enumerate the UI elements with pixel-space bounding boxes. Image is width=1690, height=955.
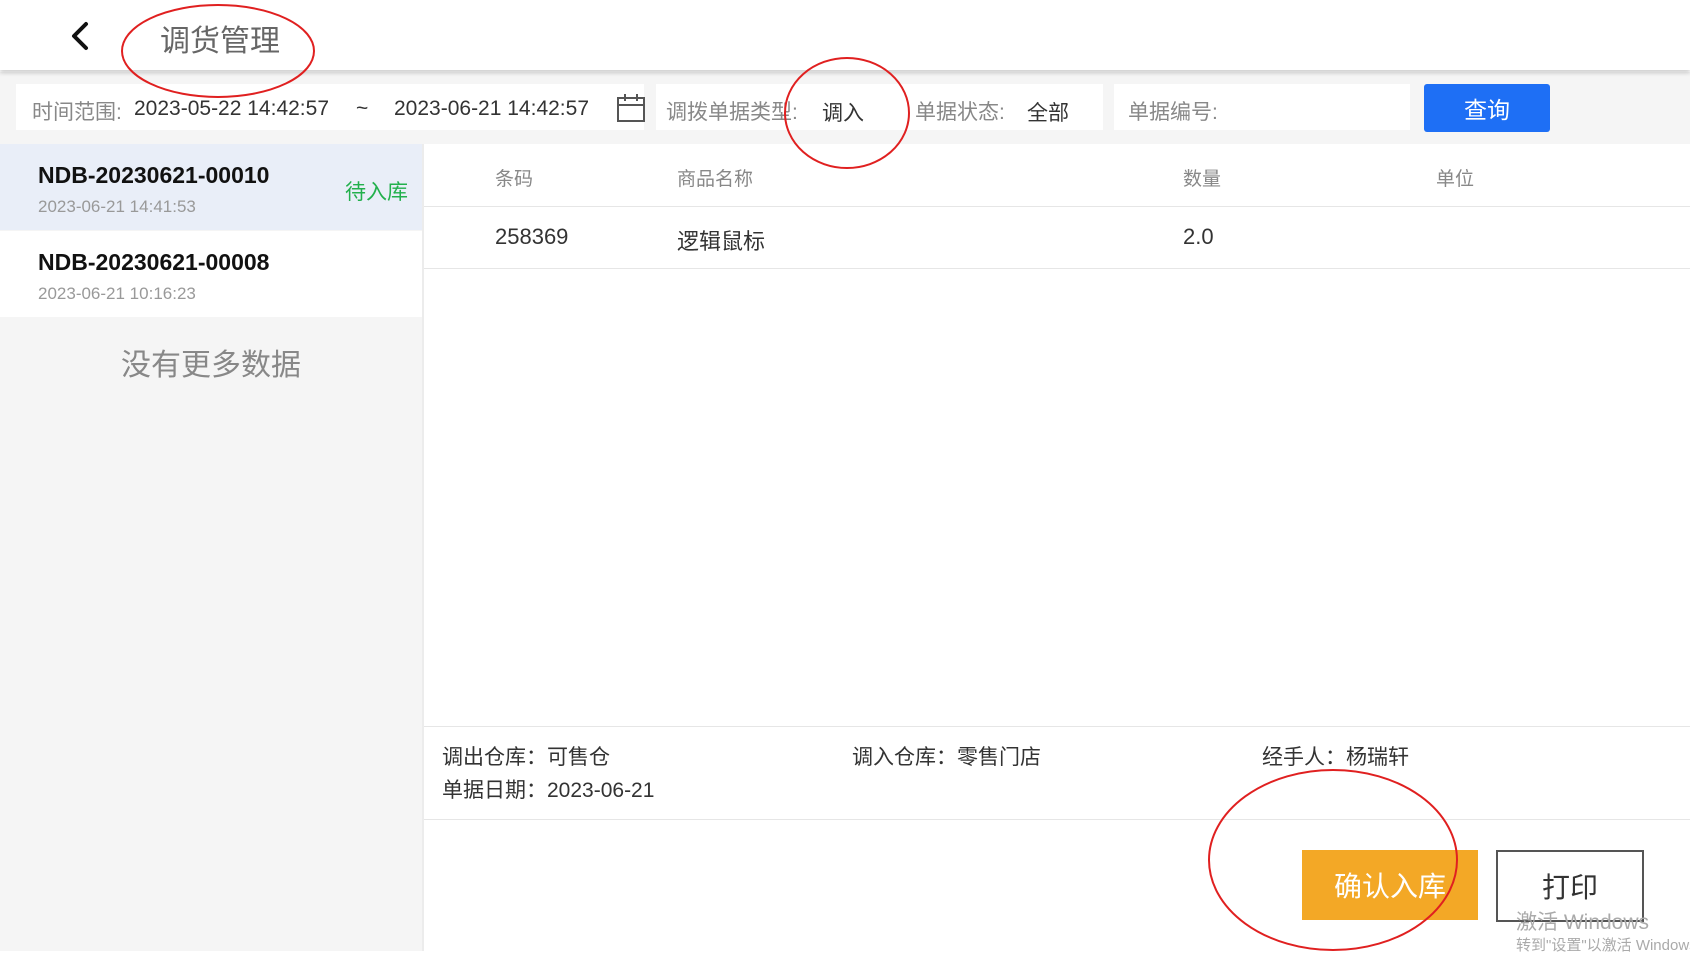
table-header: 条码 商品名称 数量 单位: [424, 144, 1690, 207]
activation-watermark-hint: 转到"设置"以激活 Windows。: [1516, 937, 1690, 954]
order-date-text: 单据日期：2023-06-21: [442, 779, 655, 802]
query-button[interactable]: 查询: [1424, 84, 1550, 132]
list-item[interactable]: NDB-20230621-00008 2023-06-21 10:16:23: [0, 231, 422, 317]
confirm-inbound-button[interactable]: 确认入库: [1302, 850, 1478, 920]
quantity-cell: 2.0: [1183, 224, 1214, 249]
column-header-quantity: 数量: [1183, 169, 1222, 190]
calendar-icon[interactable]: [616, 93, 646, 123]
status-select[interactable]: 单据状态: 全部: [903, 84, 1103, 130]
transfer-type-select[interactable]: 调拨单据类型: 调入: [656, 84, 903, 130]
range-separator: ~: [356, 97, 369, 120]
filter-bar: 时间范围: 2023-05-22 14:42:57 ~ 2023-06-21 1…: [0, 72, 1690, 144]
barcode-cell: 258369: [495, 224, 569, 249]
order-number: NDB-20230621-00010: [38, 162, 270, 188]
column-header-product-name: 商品名称: [677, 169, 754, 190]
column-header-unit: 单位: [1436, 169, 1475, 190]
time-range-label: 时间范围:: [32, 101, 122, 124]
handler-text: 经手人：杨瑞轩: [1262, 746, 1409, 769]
column-header-barcode: 条码: [495, 169, 534, 190]
in-warehouse-text: 调入仓库：零售门店: [852, 746, 1041, 769]
order-time: 2023-06-21 14:41:53: [38, 197, 196, 216]
app-header: 调货管理: [0, 0, 1690, 70]
order-number-label: 单据编号:: [1128, 101, 1218, 124]
back-arrow-icon[interactable]: [62, 16, 102, 56]
order-number: NDB-20230621-00008: [38, 249, 270, 275]
list-item[interactable]: NDB-20230621-00010 2023-06-21 14:41:53 待…: [0, 144, 422, 230]
status-badge: 待入库: [345, 181, 408, 204]
order-info: 调出仓库：可售仓 调入仓库：零售门店 经手人：杨瑞轩 单据日期：2023-06-…: [424, 726, 1690, 820]
order-list: NDB-20230621-00010 2023-06-21 14:41:53 待…: [0, 144, 422, 951]
page-title: 调货管理: [160, 25, 280, 58]
table-row[interactable]: 258369 逻辑鼠标 2.0: [424, 207, 1690, 269]
no-more-data-text: 没有更多数据: [121, 349, 301, 382]
transfer-type-label: 调拨单据类型:: [666, 101, 798, 124]
product-name-cell: 逻辑鼠标: [677, 229, 766, 254]
order-time: 2023-06-21 10:16:23: [38, 284, 196, 303]
order-number-field[interactable]: 单据编号:: [1114, 84, 1410, 130]
transfer-type-value[interactable]: 调入: [822, 97, 864, 127]
status-label: 单据状态:: [915, 101, 1005, 124]
status-value[interactable]: 全部: [1027, 97, 1069, 127]
activation-watermark: 激活 Windows: [1516, 911, 1650, 934]
time-range-field[interactable]: 时间范围: 2023-05-22 14:42:57 ~ 2023-06-21 1…: [16, 84, 646, 130]
out-warehouse-text: 调出仓库：可售仓: [442, 746, 610, 769]
start-time-value[interactable]: 2023-05-22 14:42:57: [134, 97, 329, 121]
end-time-value[interactable]: 2023-06-21 14:42:57: [394, 97, 589, 121]
